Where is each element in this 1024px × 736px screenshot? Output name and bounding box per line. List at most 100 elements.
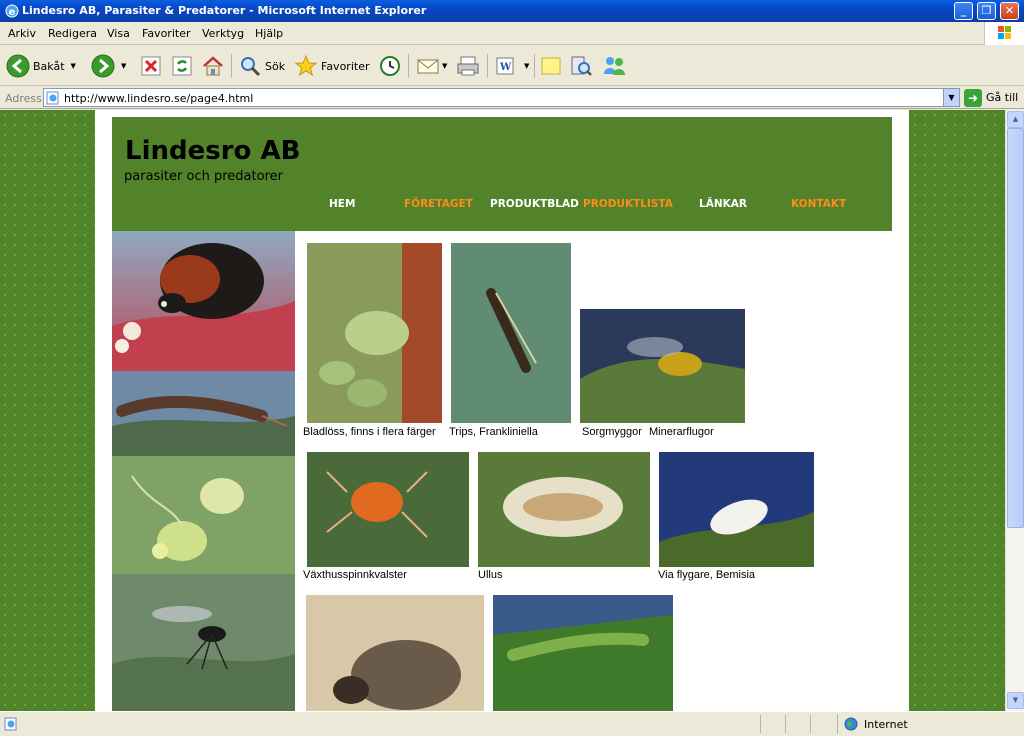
minimize-button[interactable]: _ xyxy=(954,2,973,20)
caption-sorgmyggor: Sorgmyggor xyxy=(582,426,642,438)
scroll-up-icon[interactable]: ▲ xyxy=(1007,111,1024,128)
history-button[interactable] xyxy=(378,52,402,80)
forward-arrow-icon xyxy=(91,54,115,78)
messenger-button[interactable] xyxy=(602,52,628,80)
menu-hjalp[interactable]: Hjälp xyxy=(255,27,283,40)
wasp-photo xyxy=(112,574,295,711)
windows-logo xyxy=(984,22,1024,45)
home-button[interactable] xyxy=(201,52,225,80)
status-bar: Internet xyxy=(0,711,1024,736)
mail-dropdown-icon[interactable]: ▼ xyxy=(442,62,447,70)
favorites-button[interactable]: Favoriter xyxy=(294,52,369,80)
close-button[interactable]: ✕ xyxy=(1000,2,1019,20)
nav-lankar[interactable]: LÄNKAR xyxy=(699,198,747,210)
menu-arkiv[interactable]: Arkiv xyxy=(8,27,36,40)
status-divider xyxy=(760,715,761,733)
forward-button[interactable]: ▼ xyxy=(91,52,126,80)
windows-flag-icon xyxy=(998,26,1011,39)
caterpillar-photo xyxy=(493,595,673,711)
search-label: Sök xyxy=(265,59,286,73)
browser-viewport: Lindesro AB parasiter och predatorer HEM… xyxy=(0,110,1005,711)
scroll-down-icon[interactable]: ▼ xyxy=(1007,692,1024,709)
note-icon xyxy=(541,57,561,75)
home-icon xyxy=(203,56,223,76)
status-divider xyxy=(810,715,811,733)
back-arrow-icon xyxy=(6,54,30,78)
svg-text:W: W xyxy=(499,62,512,73)
aphid-photo xyxy=(307,243,442,423)
toolbar-separator xyxy=(231,54,232,78)
back-button[interactable]: Bakåt ▼ xyxy=(6,52,76,80)
caption-vita-flygare: Via flygare, Bemisia xyxy=(658,569,756,581)
nav-produktblad[interactable]: PRODUKTBLAD xyxy=(490,198,579,210)
ladybird-photo xyxy=(112,231,295,371)
vertical-scrollbar[interactable]: ▲ ▼ xyxy=(1005,110,1024,711)
page-done-icon xyxy=(4,717,17,731)
research-button[interactable] xyxy=(569,52,593,80)
site-header: Lindesro AB parasiter och predatorer HEM… xyxy=(112,117,892,231)
toolbar: Bakåt ▼ ▼ Sök Favoriter ▼ W ▼ xyxy=(0,46,1024,86)
back-label: Bakåt xyxy=(33,59,65,73)
mealybug-photo xyxy=(478,452,650,567)
security-zone: Internet xyxy=(837,714,1024,734)
zone-label: Internet xyxy=(864,717,908,731)
favorites-label: Favoriter xyxy=(321,59,370,73)
go-label: Gå till xyxy=(986,91,1019,104)
page-icon xyxy=(46,91,59,105)
status-divider xyxy=(785,715,786,733)
site-name: Lindesro AB xyxy=(125,136,301,166)
history-icon xyxy=(380,56,400,76)
toolbar-separator xyxy=(487,54,488,78)
left-image-column xyxy=(112,231,295,711)
caption-ullus: Ullus xyxy=(478,569,503,581)
address-url[interactable]: http://www.lindesro.se/page4.html xyxy=(64,92,253,105)
window-title: Lindesro AB, Parasiter & Predatorer - Mi… xyxy=(22,4,427,17)
favorites-star-icon xyxy=(294,54,318,77)
messenger-icon xyxy=(604,57,625,75)
stop-icon xyxy=(141,56,161,76)
back-dropdown-icon[interactable]: ▼ xyxy=(71,62,76,70)
menu-visa[interactable]: Visa xyxy=(107,27,130,40)
menu-verktyg[interactable]: Verktyg xyxy=(202,27,244,40)
nav-hem[interactable]: HEM xyxy=(329,198,355,210)
discuss-button[interactable] xyxy=(540,52,562,80)
caption-spinnkvalster: Växthusspinnkvalster xyxy=(303,569,407,581)
menu-bar: Arkiv Redigera Visa Favoriter Verktyg Hj… xyxy=(0,22,1024,45)
larva-photo xyxy=(112,371,295,456)
research-icon xyxy=(571,56,592,76)
go-button[interactable]: ➜ Gå till xyxy=(964,88,1018,107)
mail-button[interactable]: ▼ xyxy=(416,52,447,80)
edit-dropdown-icon[interactable]: ▼ xyxy=(524,62,529,70)
scrollbar-thumb[interactable] xyxy=(1007,128,1024,528)
caption-minerarflugor: Minerarflugor xyxy=(649,426,714,438)
menu-favoriter[interactable]: Favoriter xyxy=(142,27,190,40)
forward-dropdown-icon[interactable]: ▼ xyxy=(121,62,126,70)
print-button[interactable] xyxy=(455,52,481,80)
edit-button[interactable]: W ▼ xyxy=(494,52,529,80)
page-container: Lindesro AB parasiter och predatorer HEM… xyxy=(95,110,909,711)
internet-explorer-icon: e xyxy=(5,4,19,18)
weevil-photo xyxy=(306,595,484,711)
address-label: Adress xyxy=(5,92,42,105)
address-dropdown-icon[interactable]: ▼ xyxy=(943,89,959,106)
search-icon xyxy=(241,57,261,77)
address-input[interactable]: http://www.lindesro.se/page4.html ▼ xyxy=(43,88,960,107)
thrips-photo xyxy=(451,243,571,423)
refresh-button[interactable] xyxy=(171,52,193,80)
nav-foretaget[interactable]: FÖRETAGET xyxy=(404,198,473,210)
refresh-icon xyxy=(172,56,192,76)
mite-photo xyxy=(112,456,295,574)
address-bar: Adress http://www.lindesro.se/page4.html… xyxy=(0,87,1024,109)
toolbar-separator xyxy=(408,54,409,78)
globe-icon xyxy=(844,717,858,731)
mail-icon xyxy=(417,59,439,74)
toolbar-separator xyxy=(534,54,535,78)
stop-button[interactable] xyxy=(140,52,162,80)
printer-icon xyxy=(457,56,479,76)
caption-thrips: Trips, Frankliniella xyxy=(449,426,538,438)
nav-produktlista[interactable]: PRODUKTLISTA xyxy=(583,198,673,210)
maximize-button[interactable]: ❐ xyxy=(977,2,996,20)
menu-redigera[interactable]: Redigera xyxy=(48,27,97,40)
nav-kontakt[interactable]: KONTAKT xyxy=(791,198,846,210)
search-button[interactable]: Sök xyxy=(238,52,285,80)
